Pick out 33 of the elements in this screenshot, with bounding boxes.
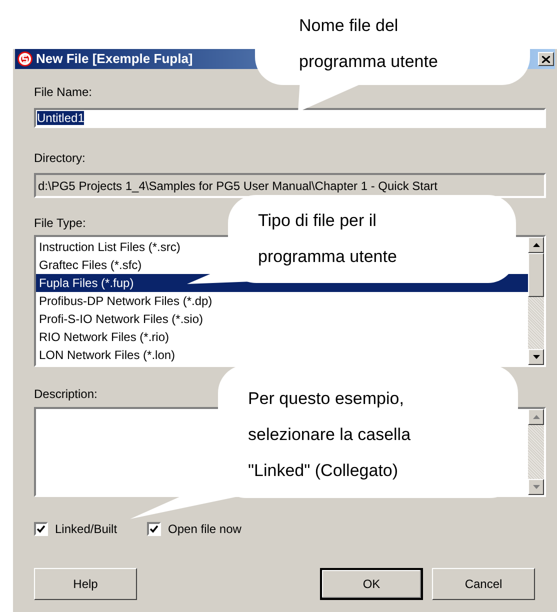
list-item[interactable]: RIO Network Files (*.rio) (36, 328, 528, 346)
up-arrow-icon (532, 243, 540, 247)
dialog-button[interactable]: OK (320, 568, 423, 600)
close-icon (542, 56, 550, 62)
field-label: Directory: (34, 151, 86, 165)
down-arrow-icon (532, 485, 540, 489)
scrollbar[interactable] (528, 237, 544, 365)
dialog-button[interactable]: Help (34, 568, 137, 600)
app-logo-icon (17, 51, 33, 67)
close-button[interactable] (538, 52, 554, 66)
window-title: New File [Exemple Fupla] (36, 50, 193, 68)
field-label: File Type: (34, 216, 86, 230)
callout-text: Per questo esempio, selezionare la casella "Linked" (Collegato) (248, 388, 412, 482)
scroll-down-button[interactable] (528, 349, 544, 365)
checkbox-label: Linked/Built (55, 521, 118, 538)
field-label: Description: (34, 387, 98, 401)
checkbox[interactable] (147, 522, 162, 536)
directory-path: d:\PG5 Projects 1_4\Samples for PG5 User Manual\Chapter 1 - Quick Start (38, 178, 438, 194)
up-arrow-icon (532, 415, 540, 419)
selected-text: Untitled1 (37, 111, 84, 125)
callout-text: Nome file del programma utente (299, 15, 439, 73)
scroll-down-button[interactable] (528, 479, 544, 495)
list-item[interactable]: LON Network Files (*.lon) (36, 346, 528, 364)
field-label: File Name: (34, 85, 92, 99)
dialog-button[interactable]: Cancel (432, 568, 535, 600)
list-item[interactable]: Profi-S-IO Network Files (*.sio) (36, 310, 528, 328)
checkbox-label: Open file now (168, 521, 242, 538)
scroll-thumb[interactable] (528, 253, 544, 297)
scroll-up-button[interactable] (528, 409, 544, 425)
scroll-up-button[interactable] (528, 237, 544, 253)
list-item[interactable]: Profibus-DP Network Files (*.dp) (36, 292, 528, 310)
checkbox[interactable] (34, 522, 48, 536)
down-arrow-icon (532, 355, 540, 359)
